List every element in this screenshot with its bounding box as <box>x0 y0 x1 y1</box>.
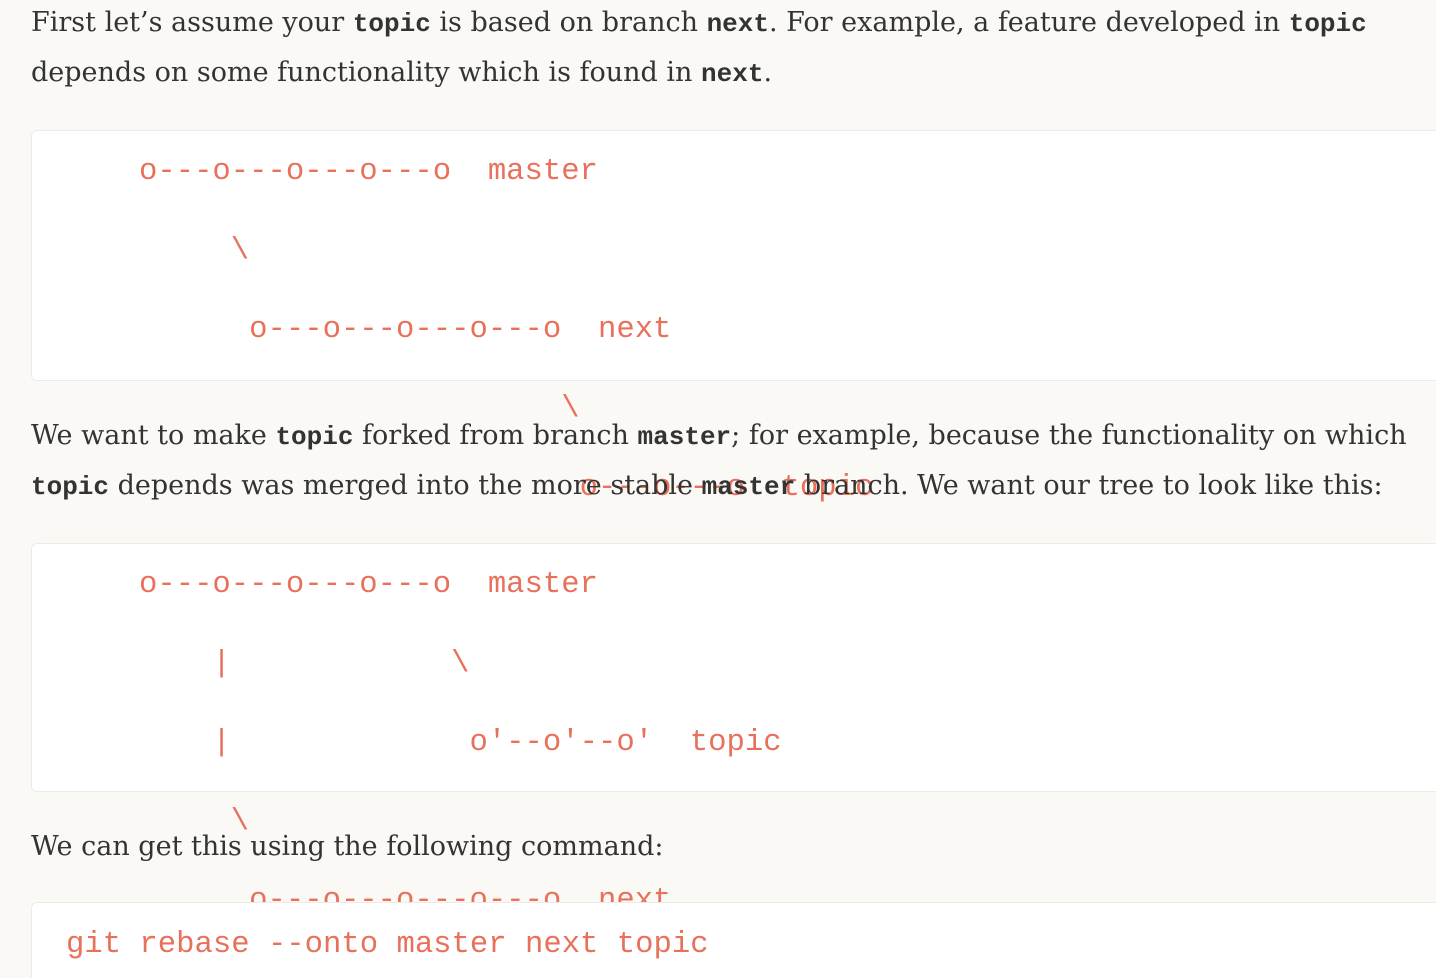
outro-text: We can get this using the following comm… <box>31 831 664 862</box>
middle-text: forked from branch <box>353 420 638 451</box>
middle-text: ; for example, because the functionality… <box>731 420 1407 451</box>
inline-code-next: next <box>701 59 764 89</box>
branch-diagram-after: o---o---o---o---o master | \ | o'--o'--o… <box>31 543 1436 918</box>
inline-code-next: next <box>706 9 769 39</box>
outro-paragraph: We can get this using the following comm… <box>31 822 1431 872</box>
middle-text: We want to make <box>31 420 276 451</box>
branch-diagram-before: o---o---o---o---o master \ o---o---o---o… <box>31 130 1436 505</box>
document-page: First let’s assume your topic is based o… <box>0 0 1436 978</box>
command-block: git rebase --onto master next topic <box>31 902 1436 978</box>
diagram-line: o---o---o---o---o master <box>139 155 598 189</box>
inline-code-topic: topic <box>1288 9 1367 39</box>
inline-code-master: master <box>637 422 732 452</box>
middle-text: depends was merged into the more stable <box>109 470 702 501</box>
inline-code-topic: topic <box>275 422 354 452</box>
diagram-after-text: o---o---o---o---o master | \ | o'--o'--o… <box>139 546 782 941</box>
intro-text: . For example, a feature developed in <box>769 7 1289 38</box>
intro-line-2: depends on some functionality which is f… <box>31 48 1431 98</box>
middle-text: branch. We want our tree to look like th… <box>795 470 1383 501</box>
git-rebase-command: git rebase --onto master next topic <box>66 928 709 962</box>
middle-line-1: We want to make topic forked from branch… <box>31 411 1431 461</box>
inline-code-master: master <box>701 472 796 502</box>
intro-text: depends on some functionality which is f… <box>31 57 702 88</box>
middle-paragraph: We want to make topic forked from branch… <box>31 411 1431 511</box>
intro-text: is based on branch <box>430 7 707 38</box>
diagram-line: \ <box>139 234 250 268</box>
intro-text: . <box>763 57 773 88</box>
intro-text: First let’s assume your <box>31 7 353 38</box>
diagram-line: | \ <box>139 647 470 681</box>
diagram-line: o---o---o---o---o next <box>139 313 672 347</box>
inline-code-topic: topic <box>31 472 110 502</box>
diagram-line: o---o---o---o---o master <box>139 568 598 602</box>
intro-line-1: First let’s assume your topic is based o… <box>31 0 1431 48</box>
inline-code-topic: topic <box>352 9 431 39</box>
intro-paragraph: First let’s assume your topic is based o… <box>31 0 1431 98</box>
middle-line-2: topic depends was merged into the more s… <box>31 461 1431 511</box>
diagram-line: | o'--o'--o' topic <box>139 726 782 760</box>
